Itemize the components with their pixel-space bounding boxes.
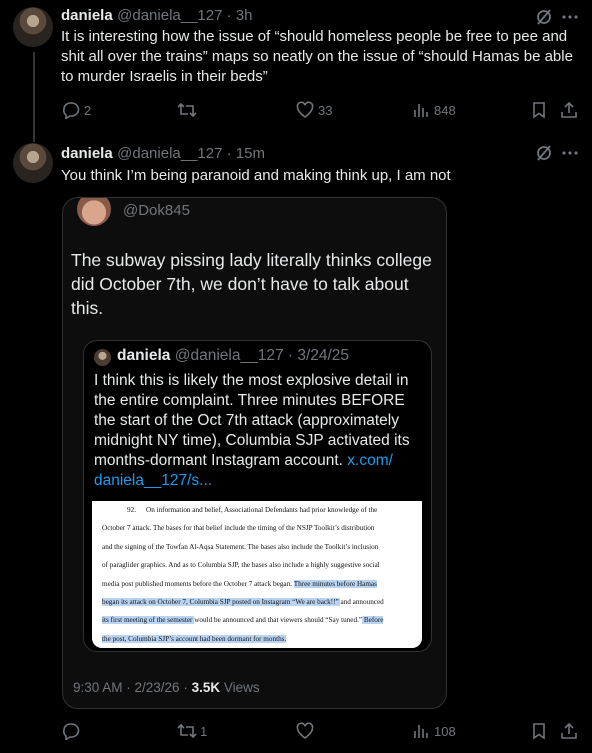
retweet-icon[interactable]: [176, 100, 198, 120]
tweet2-header: daniela @daniela__127 · 15m: [61, 145, 265, 163]
grok-icon[interactable]: [534, 7, 554, 27]
more-icon[interactable]: [560, 143, 580, 163]
views-count: 108: [434, 724, 456, 739]
doc-highlight: the post, Columbia SJP’s account had bee…: [102, 634, 287, 643]
doc-line: and the signing of the Towfan Al-Aqsa St…: [102, 542, 379, 551]
author-name[interactable]: daniela: [61, 145, 113, 162]
quoted-views-label: Views: [220, 680, 260, 695]
quoted-views-count: 3.5K: [191, 680, 221, 695]
author-name[interactable]: daniela: [61, 7, 113, 24]
reply-icon[interactable]: [61, 721, 81, 741]
views-icon[interactable]: [411, 100, 431, 120]
paragraph-number: 92.: [127, 506, 136, 514]
quoted-handle: @Dok845: [123, 202, 190, 219]
like-count: 33: [318, 103, 333, 118]
like-icon[interactable]: [295, 721, 315, 741]
author-handle[interactable]: @daniela__127 · 3h: [117, 7, 252, 24]
doc-line: and announced: [340, 598, 384, 607]
tweet-text: You think I’m being paranoid and making …: [61, 167, 451, 184]
doc-highlight: Three minutes before Hamas: [293, 579, 377, 588]
author-handle[interactable]: @daniela__127 · 15m: [117, 145, 265, 162]
avatar[interactable]: [13, 7, 53, 47]
inner-quote-header: daniela @daniela__127 · 3/24/25: [117, 347, 349, 365]
doc-line: On information and belief, Associational…: [146, 506, 378, 514]
reply-count: 2: [84, 103, 92, 118]
retweet-count: 1: [200, 724, 208, 739]
author-handle: @daniela__127 · 3/24/25: [174, 347, 350, 364]
complaint-excerpt: 92. On information and belief, Associatio…: [92, 501, 422, 648]
quoted-tweet-image[interactable]: @Dok845 The subway pissing lady literall…: [62, 197, 447, 709]
doc-line: October 7 attack. The bases for that bel…: [102, 524, 375, 533]
doc-highlight: Before: [362, 616, 384, 625]
doc-line: of paraglider graphics. And as to Columb…: [102, 561, 380, 570]
timestamp: 9:30 AM · 2/23/26 ·: [73, 680, 192, 695]
avatar: [94, 349, 111, 366]
inner-quote-card: daniela @daniela__127 · 3/24/25 I think …: [83, 340, 432, 652]
share-icon[interactable]: [559, 100, 579, 120]
avatar[interactable]: [13, 143, 53, 183]
more-icon[interactable]: [560, 7, 580, 27]
retweet-icon[interactable]: [176, 721, 198, 741]
views-icon[interactable]: [411, 721, 431, 741]
doc-line: would be announced and that viewers shou…: [194, 616, 363, 625]
doc-highlight: began its attack on October 7, Columbia …: [102, 598, 341, 607]
thread-line: [33, 52, 35, 142]
views-count: 848: [434, 103, 456, 118]
bookmark-icon[interactable]: [529, 721, 549, 741]
doc-highlight: its first meeting of the semester: [102, 616, 195, 625]
share-icon[interactable]: [559, 721, 579, 741]
quoted-text: The subway pissing lady literally thinks…: [71, 250, 432, 318]
reply-icon[interactable]: [61, 100, 81, 120]
quoted-timestamp: 9:30 AM · 2/23/26 · 3.5K Views: [73, 680, 260, 695]
tweet-text: It is interesting how the issue of “shou…: [61, 28, 573, 85]
bookmark-icon[interactable]: [529, 100, 549, 120]
inner-quote-text: I think this is likely the most explosiv…: [94, 371, 419, 491]
grok-icon[interactable]: [534, 143, 554, 163]
like-icon[interactable]: [295, 100, 315, 120]
doc-line: media post published moments before the …: [102, 579, 294, 588]
author-name: daniela: [117, 347, 171, 364]
tweet1-header: daniela @daniela__127 · 3h: [61, 7, 252, 25]
avatar: [77, 198, 111, 226]
